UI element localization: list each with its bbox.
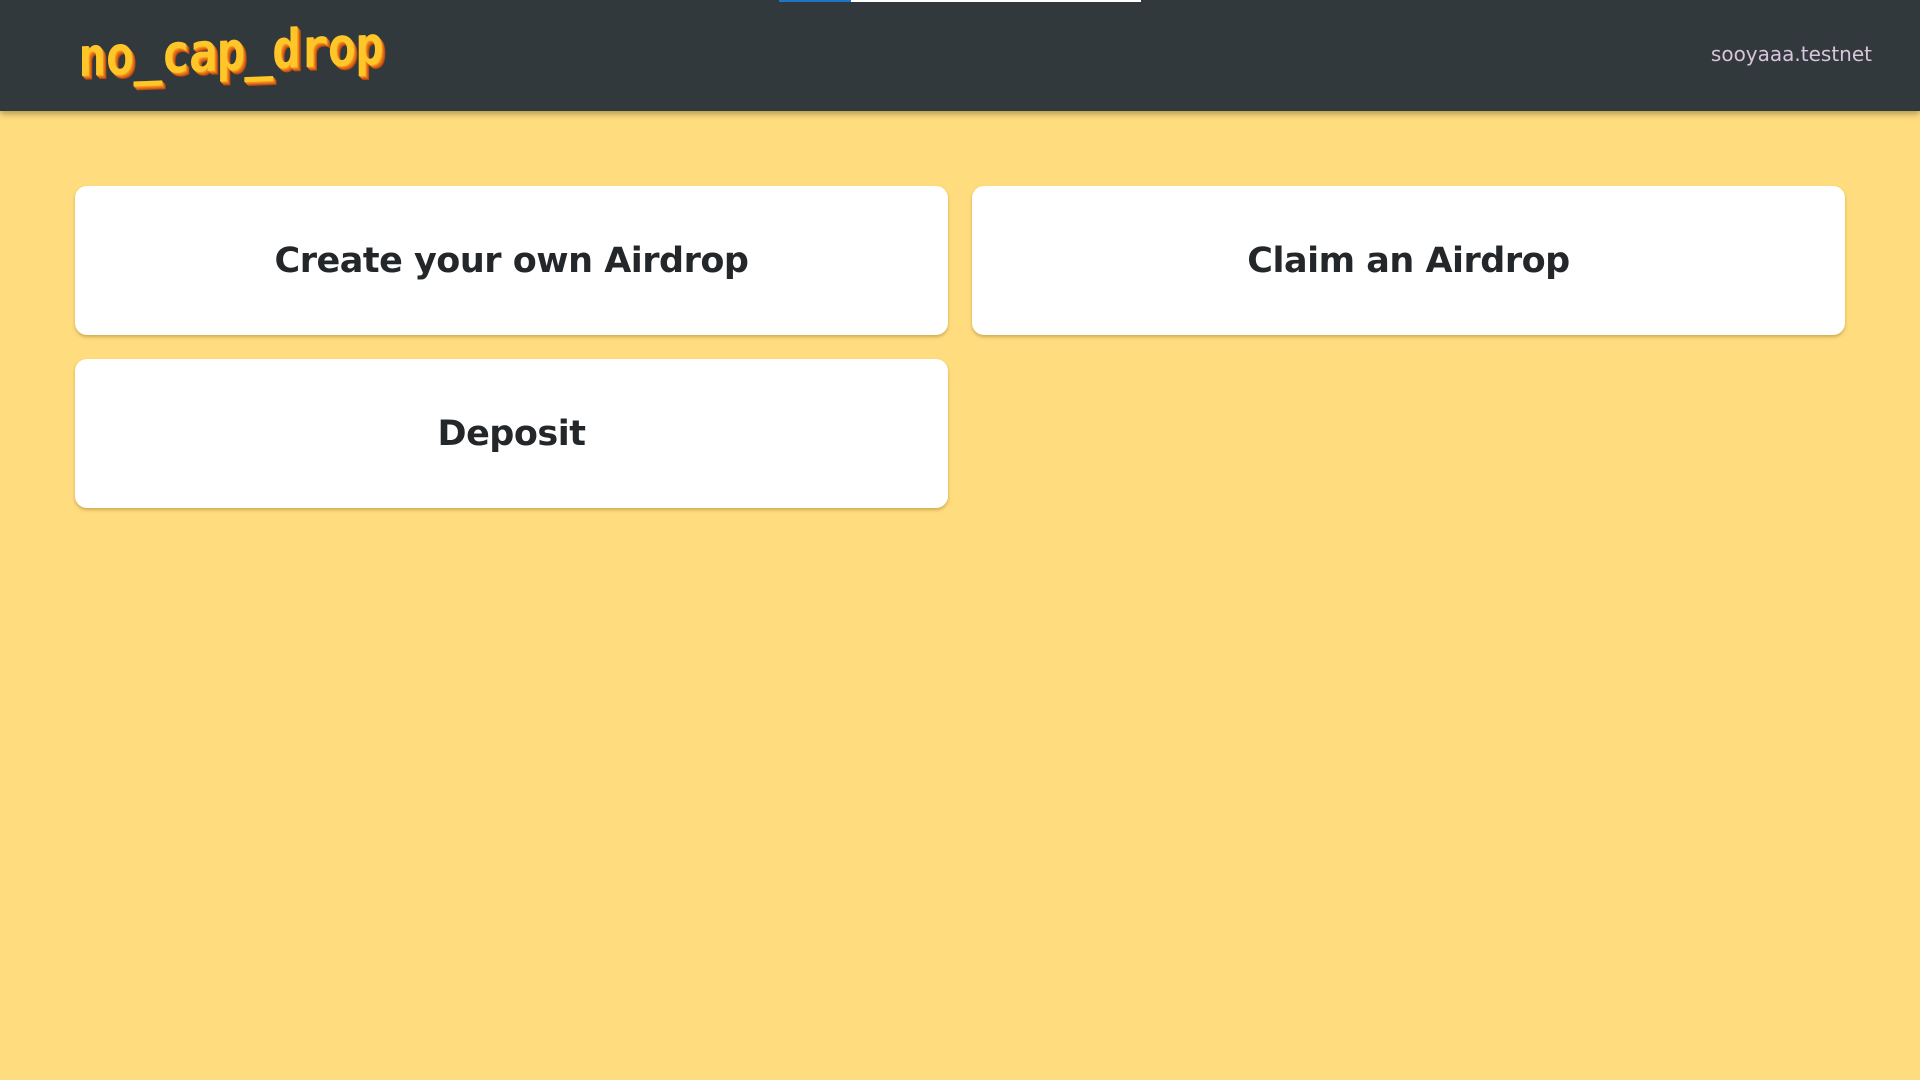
logo-text: no_cap_drop [78,13,384,90]
account-name[interactable]: sooyaaa.testnet [1711,42,1872,66]
create-airdrop-label: Create your own Airdrop [274,240,749,281]
create-airdrop-card[interactable]: Create your own Airdrop [75,186,948,335]
deposit-card[interactable]: Deposit [75,359,948,508]
loading-progress-bar [779,0,1141,2]
top-navbar: no_cap_drop sooyaaa.testnet [0,0,1920,111]
claim-airdrop-card[interactable]: Claim an Airdrop [972,186,1845,335]
app-logo[interactable]: no_cap_drop [78,14,425,89]
deposit-label: Deposit [437,413,586,454]
loading-progress-fill [779,0,852,2]
claim-airdrop-label: Claim an Airdrop [1247,240,1570,281]
action-grid: Create your own Airdrop Claim an Airdrop… [75,186,1845,508]
